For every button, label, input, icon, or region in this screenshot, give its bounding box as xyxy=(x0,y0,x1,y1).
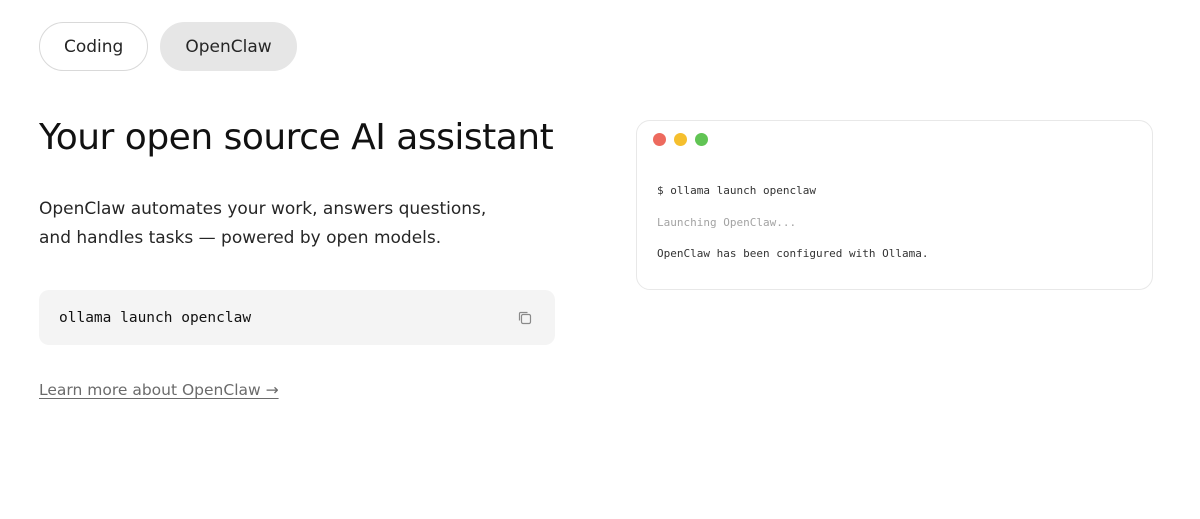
command-box: ollama launch openclaw xyxy=(39,290,555,345)
tab-openclaw-label: OpenClaw xyxy=(185,36,272,57)
tab-coding[interactable]: Coding xyxy=(39,22,149,71)
copy-icon xyxy=(518,311,532,324)
tab-coding-label: Coding xyxy=(64,36,124,57)
window-controls xyxy=(653,133,708,146)
copy-button[interactable] xyxy=(515,308,535,328)
tab-bar: Coding OpenClaw xyxy=(39,22,297,71)
learn-more-link[interactable]: Learn more about OpenClaw → xyxy=(39,381,279,399)
terminal-line-command: $ ollama launch openclaw xyxy=(657,184,816,197)
maximize-dot xyxy=(695,133,708,146)
tab-openclaw[interactable]: OpenClaw xyxy=(160,22,297,71)
command-text: ollama launch openclaw xyxy=(59,309,252,326)
terminal-line-configured: OpenClaw has been configured with Ollama… xyxy=(657,247,929,260)
page-title: Your open source AI assistant xyxy=(39,117,554,158)
close-dot xyxy=(653,133,666,146)
terminal-line-launching: Launching OpenClaw... xyxy=(657,216,797,229)
terminal-window: $ ollama launch openclaw Launching OpenC… xyxy=(636,120,1153,290)
minimize-dot xyxy=(674,133,687,146)
description-text: OpenClaw automates your work, answers qu… xyxy=(39,199,487,248)
